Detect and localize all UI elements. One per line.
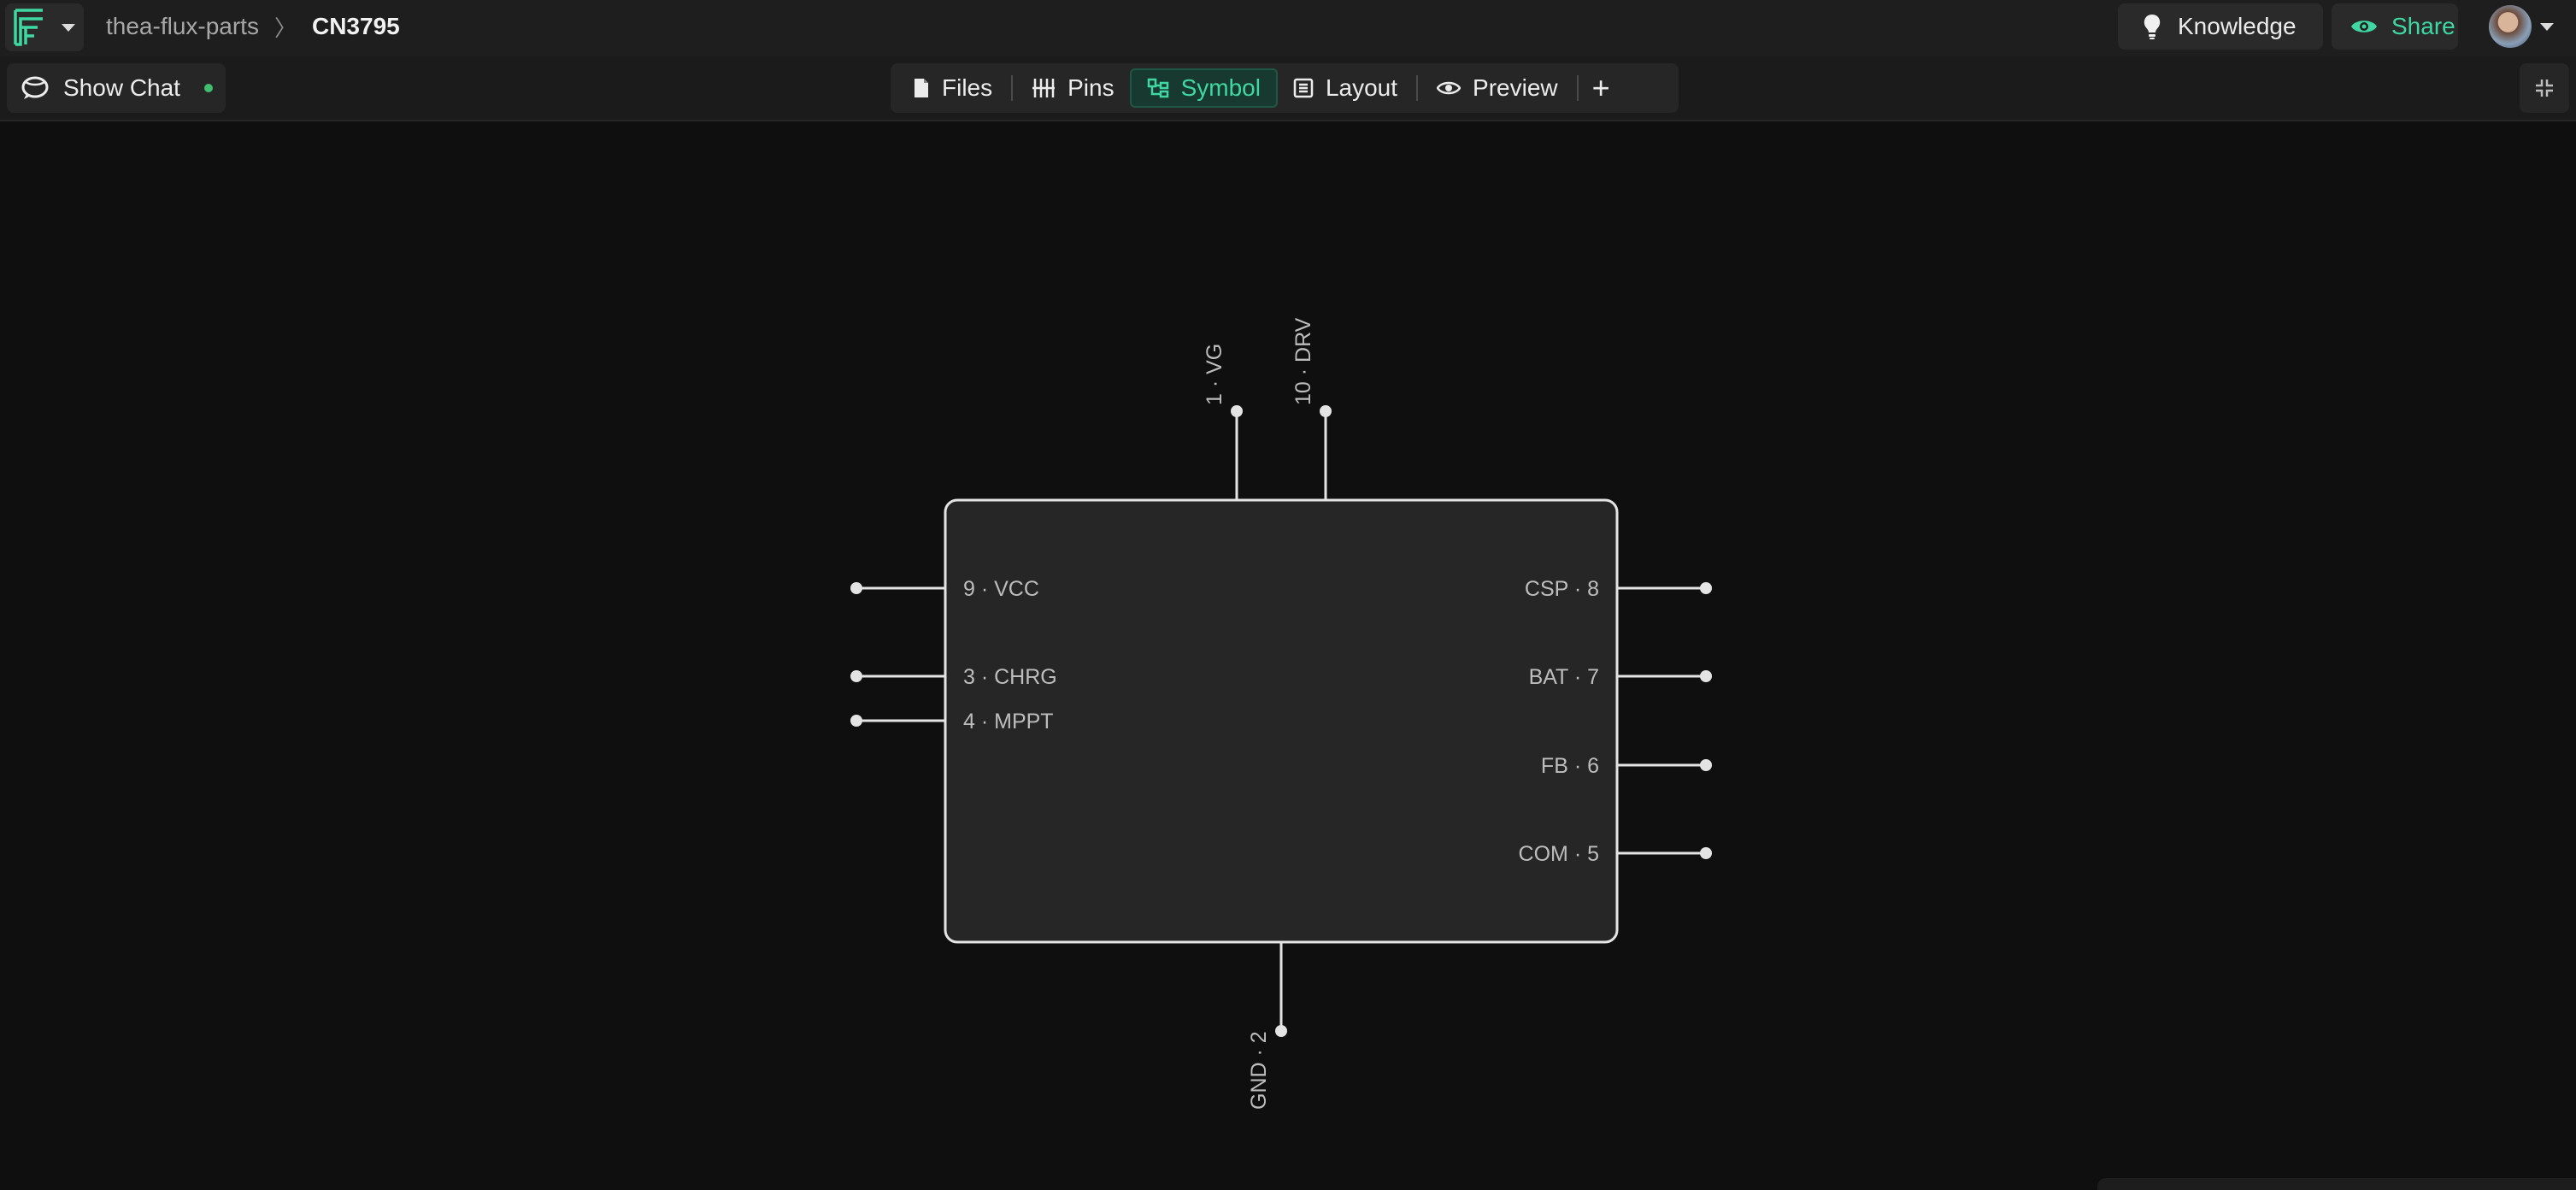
pin-fb[interactable]: FB · 6: [1541, 754, 1712, 778]
pin-label: 10 · DRV: [1291, 317, 1315, 405]
pin-label: BAT · 7: [1529, 665, 1599, 689]
pin-label: 4 · MPPT: [963, 710, 1054, 733]
pin-vg[interactable]: 1 · VG: [1203, 344, 1243, 500]
pin-label: FB · 6: [1541, 754, 1599, 778]
pin-label: 1 · VG: [1203, 344, 1226, 405]
pin-label: 9 · VCC: [963, 577, 1039, 601]
pin-gnd[interactable]: GND · 2: [1247, 942, 1287, 1110]
pin-label: COM · 5: [1519, 842, 1599, 866]
symbol-canvas[interactable]: 1 · VG 10 · DRV 9 · VCC 3 · CHRG 4 · MPP…: [0, 121, 2576, 1190]
pin-drv[interactable]: 10 · DRV: [1291, 317, 1332, 500]
pin-label: 3 · CHRG: [963, 665, 1057, 689]
pin-label: CSP · 8: [1525, 577, 1599, 601]
symbol-drawing[interactable]: 1 · VG 10 · DRV 9 · VCC 3 · CHRG 4 · MPP…: [0, 0, 2576, 1190]
panel-edge: [2097, 1178, 2576, 1190]
pin-bat[interactable]: BAT · 7: [1529, 665, 1712, 689]
pin-label: GND · 2: [1247, 1031, 1271, 1110]
